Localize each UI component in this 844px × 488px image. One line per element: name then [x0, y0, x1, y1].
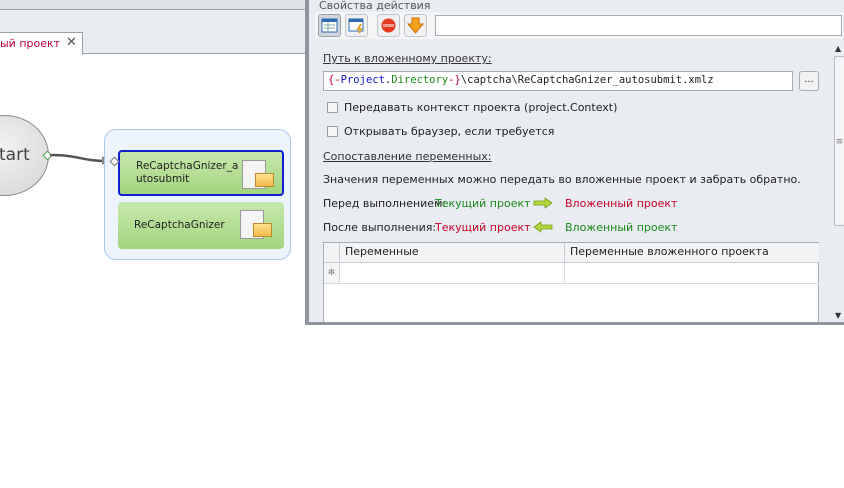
top-band [0, 0, 310, 10]
path-rest: \captcha\ReCaptchaGnizer_autosubmit.xmlz [460, 74, 714, 86]
toolbar-input[interactable] [435, 15, 842, 36]
scroll-up-icon[interactable]: ▲ [835, 44, 841, 53]
start-label: tart [0, 145, 30, 165]
folder-icon [253, 223, 272, 237]
context-checkbox[interactable] [327, 102, 338, 113]
path-input[interactable]: {-Project.Directory-}\captcha\ReCaptchaG… [323, 71, 793, 91]
properties-view-button[interactable] [318, 14, 341, 37]
tab-project[interactable]: ый проект ✕ [0, 32, 83, 55]
macro-bracket: -} [448, 74, 461, 86]
vertical-scrollbar[interactable]: ▲ ≡ ▼ [831, 40, 844, 322]
context-checkbox-label: Передавать контекст проекта (project.Con… [344, 101, 618, 114]
arrow-down-icon [406, 17, 425, 34]
before-nested-project: Вложенный проект [565, 197, 678, 210]
node-label: ReCaptchaGnizer [134, 219, 225, 231]
node-recaptchagnizer[interactable]: ReCaptchaGnizer [118, 202, 284, 249]
stop-button[interactable] [377, 14, 400, 37]
browser-checkbox-label: Открывать браузер, если требуется [344, 125, 555, 138]
row-header-corner [324, 243, 340, 263]
close-icon[interactable]: ✕ [66, 35, 77, 50]
tab-title: ый проект [0, 37, 61, 50]
scroll-down-icon[interactable]: ▼ [835, 311, 841, 320]
node-recaptchagnizer-autosubmit[interactable]: ReCaptchaGnizer_autosubmit [118, 150, 284, 196]
macro-directory: Directory [391, 74, 449, 86]
path-label: Путь к вложенному проекту: [323, 52, 492, 65]
before-label: Перед выполнением: [323, 197, 447, 210]
panel-title: Свойства действия [319, 0, 431, 12]
macro-project: Project [340, 74, 385, 86]
browser-checkbox[interactable] [327, 126, 338, 137]
variables-grid[interactable]: Переменные Переменные вложенного проекта… [323, 242, 819, 322]
after-current-project: Текущий проект [435, 221, 531, 234]
folder-icon [255, 173, 274, 187]
mapping-label: Сопоставление переменных: [323, 150, 492, 163]
new-row-cell-nested-variable[interactable] [565, 263, 819, 284]
panel-toolbar [315, 12, 843, 39]
mapping-description: Значения переменных можно передать во вл… [323, 173, 801, 186]
move-down-button[interactable] [404, 14, 427, 37]
table-icon [321, 18, 338, 33]
column-header-nested-variables[interactable]: Переменные вложенного проекта [565, 243, 819, 263]
macro-bracket: {- [328, 74, 341, 86]
stop-icon [381, 18, 396, 33]
after-nested-project: Вложенный проект [565, 221, 678, 234]
browse-button[interactable]: ... [799, 71, 819, 91]
before-current-project: Текущий проект [435, 197, 531, 210]
column-header-variables[interactable]: Переменные [340, 243, 565, 263]
action-properties-panel: Свойства действия Путь к вложенному прое… [305, 0, 844, 325]
new-row-marker: ✻ [324, 263, 340, 284]
node-label: ReCaptchaGnizer_autosubmit [136, 160, 239, 185]
new-row-cell-variable[interactable] [340, 263, 565, 284]
window-lightning-icon [348, 18, 364, 34]
events-view-button[interactable] [345, 14, 368, 37]
arrow-left-icon [533, 221, 553, 233]
arrow-right-icon [533, 197, 553, 209]
node-group: ReCaptchaGnizer_autosubmit ReCaptchaGniz… [104, 129, 291, 260]
scrollbar-thumb[interactable]: ≡ [834, 56, 844, 226]
after-label: После выполнения: [323, 221, 437, 234]
